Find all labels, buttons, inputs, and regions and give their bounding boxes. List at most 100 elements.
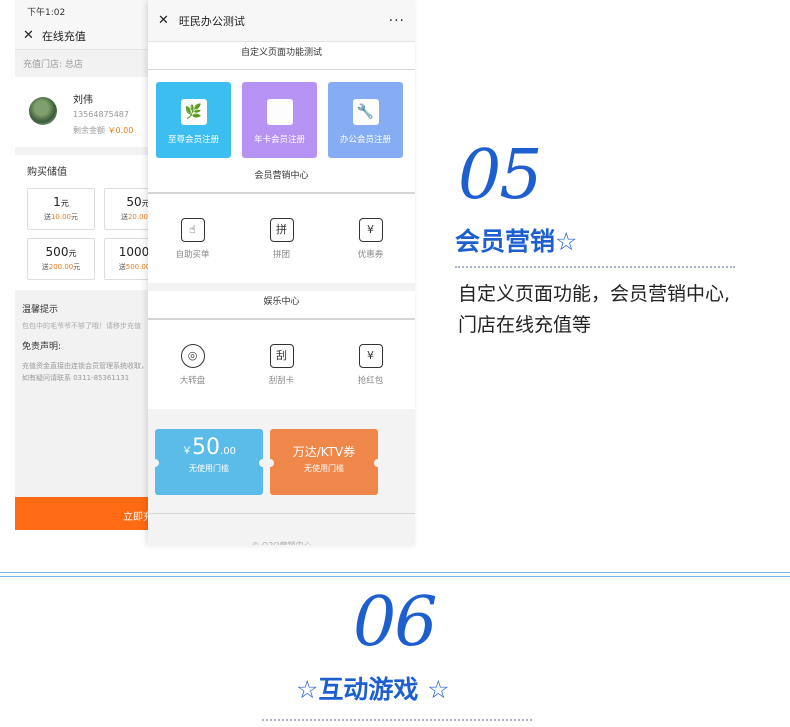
coupon-notch	[266, 459, 274, 467]
marketing-item-coupon[interactable]: ¥ 优惠券	[336, 218, 406, 283]
gift-unit: 元	[73, 263, 81, 271]
coupon-value: 50	[192, 435, 221, 460]
marketing-label: 优惠券	[357, 250, 384, 260]
more-icon[interactable]: ···	[389, 13, 405, 29]
fun-label: 大转盘	[179, 376, 206, 386]
feature-05-description: 自定义页面功能，会员营销中心,门店在线充值等	[458, 283, 731, 336]
amount-value: 1000	[118, 245, 150, 259]
register-label: 年卡会员注册	[253, 135, 305, 145]
coupon-decimals: .00	[220, 446, 236, 457]
amount-unit: 元	[60, 199, 69, 208]
fun-item-wheel[interactable]: ◎ 大转盘	[158, 344, 228, 409]
register-row: 🌿 至尊会员注册 ✂ 年卡会员注册 🔧 办公会员注册	[148, 70, 415, 165]
amount-option[interactable]: 1元 送10.00元	[27, 188, 95, 230]
marketing-label: 拼团	[272, 250, 290, 260]
section-custom-title: 自定义页面功能测试	[148, 42, 415, 70]
dotted-divider	[455, 266, 735, 268]
coupon-icon: ¥	[358, 218, 383, 242]
avatar	[29, 97, 57, 125]
pay-button[interactable]: 立即充值	[15, 497, 160, 530]
amount-option[interactable]: 500元 送200.00元	[27, 238, 95, 280]
gift-value: 20.00	[127, 213, 149, 221]
gift-label: 送	[41, 263, 49, 271]
user-phone: 13564875487	[73, 110, 129, 119]
coupon-note: 无使用门槛	[304, 464, 344, 473]
status-time: 下午1:02	[15, 0, 160, 22]
recharge-navbar: ✕ 在线充值	[15, 22, 160, 50]
buy-card: 购买储值 1元 送10.00元 50元 送20.00元 500元 送200.00…	[15, 155, 160, 290]
pliers-icon: ✂	[266, 99, 293, 125]
section-divider	[0, 572, 790, 577]
tips-section: 温馨提示 包包中的毛爷爷不够了哦！请移步充值 免责声明: 充值资金直接由连锁会员…	[15, 290, 160, 396]
coupon-amount: ￥50.00	[155, 435, 263, 460]
amount-value: 50	[126, 195, 142, 209]
feature-06-number: 06	[353, 583, 438, 662]
marketing-screen: ✕ 旺民办公测试 ··· 自定义页面功能测试 🌿 至尊会员注册 ✂ 年卡会员注册…	[148, 0, 415, 545]
amount-value: 1	[53, 195, 61, 209]
gift-label: 送	[118, 263, 126, 271]
buy-title: 购买储值	[27, 167, 67, 178]
promo-page: 下午1:02 ✕ 在线充值 充值门店: 总店 刘伟 13564875487 剩余…	[0, 0, 790, 727]
amount-grid: 1元 送10.00元 50元 送20.00元 500元 送200.00元 100…	[27, 188, 160, 280]
coupon-ktv[interactable]: 万达/KTV券 无使用门槛	[266, 429, 382, 495]
amount-unit: 元	[68, 249, 77, 258]
register-label: 至尊会员注册	[167, 135, 219, 145]
group-buy-icon: 拼	[269, 218, 294, 242]
marketing-grid: ☝ 自助买单 拼 拼团 ¥ 优惠券	[148, 193, 415, 283]
marketing-item-group[interactable]: 拼 拼团	[247, 218, 317, 283]
balance-label: 剩余金额	[73, 126, 105, 135]
feature-05-title: 会员营销	[455, 227, 556, 256]
balance-value: ￥0.00	[107, 126, 134, 135]
coupon-notch	[151, 459, 159, 467]
store-label: 充值门店: 总店	[15, 50, 160, 77]
hand-pointer-icon: ☝	[180, 218, 205, 242]
recharge-screen: 下午1:02 ✕ 在线充值 充值门店: 总店 刘伟 13564875487 剩余…	[15, 0, 160, 530]
marketing-item-selfpay[interactable]: ☝ 自助买单	[158, 218, 228, 283]
gift-label: 送	[120, 213, 128, 221]
close-icon[interactable]: ✕	[158, 13, 169, 28]
feature-05-number: 05	[458, 136, 543, 215]
gap	[148, 409, 415, 417]
recharge-title: 在线充值	[41, 29, 86, 43]
register-card-supreme[interactable]: 🌿 至尊会员注册	[156, 82, 231, 158]
fun-grid: ◎ 大转盘 刮 刮刮卡 ¥ 抢红包	[148, 319, 415, 409]
star-icon: ☆	[427, 675, 450, 704]
user-name: 刘伟	[73, 95, 93, 106]
gift-value: 500.00	[125, 263, 151, 271]
star-icon: ☆	[296, 675, 319, 704]
plant-icon: 🌿	[180, 99, 207, 125]
gap	[148, 283, 415, 291]
register-label: 办公会员注册	[339, 135, 391, 145]
coupon-currency: ￥	[182, 446, 193, 457]
coupon-title: 万达/KTV券	[292, 445, 356, 459]
copyright: © O2O营销中心	[148, 514, 415, 545]
scratch-card-icon: 刮	[269, 344, 294, 368]
marketing-label: 自助买单	[175, 250, 210, 260]
feature-06-title: 互动游戏	[318, 675, 419, 704]
red-packet-icon: ¥	[358, 344, 383, 368]
fun-label: 抢红包	[357, 376, 384, 386]
coupon-cash[interactable]: ￥50.00 无使用门槛	[151, 429, 267, 495]
section-fun-title: 娱乐中心	[148, 291, 415, 319]
coupon-area: ￥50.00 无使用门槛 万达/KTV券 无使用门槛	[148, 417, 415, 509]
fun-item-scratch[interactable]: 刮 刮刮卡	[247, 344, 317, 409]
gift-unit: 元	[71, 213, 79, 221]
disclaimer-title: 免责声明:	[22, 342, 62, 352]
feature-05-heading: 会员营销☆	[455, 222, 577, 258]
close-icon[interactable]: ✕	[23, 28, 34, 43]
user-balance: 剩余金额 ￥0.00	[73, 125, 133, 136]
dotted-divider	[262, 719, 532, 721]
gift-value: 10.00	[50, 213, 72, 221]
coupon-notch	[374, 459, 382, 467]
front-title: 旺民办公测试	[178, 14, 245, 28]
amount-value: 500	[45, 245, 69, 259]
register-card-office[interactable]: 🔧 办公会员注册	[328, 82, 403, 158]
feature-06-heading: ☆互动游戏 ☆	[296, 670, 450, 706]
register-card-annual[interactable]: ✂ 年卡会员注册	[242, 82, 317, 158]
gift-label: 送	[43, 213, 51, 221]
coupon-note: 无使用门槛	[189, 464, 229, 473]
section-marketing-title: 会员营销中心	[148, 165, 415, 193]
star-icon: ☆	[555, 227, 578, 256]
wheel-icon: ◎	[180, 344, 205, 368]
fun-item-redpacket[interactable]: ¥ 抢红包	[336, 344, 406, 409]
